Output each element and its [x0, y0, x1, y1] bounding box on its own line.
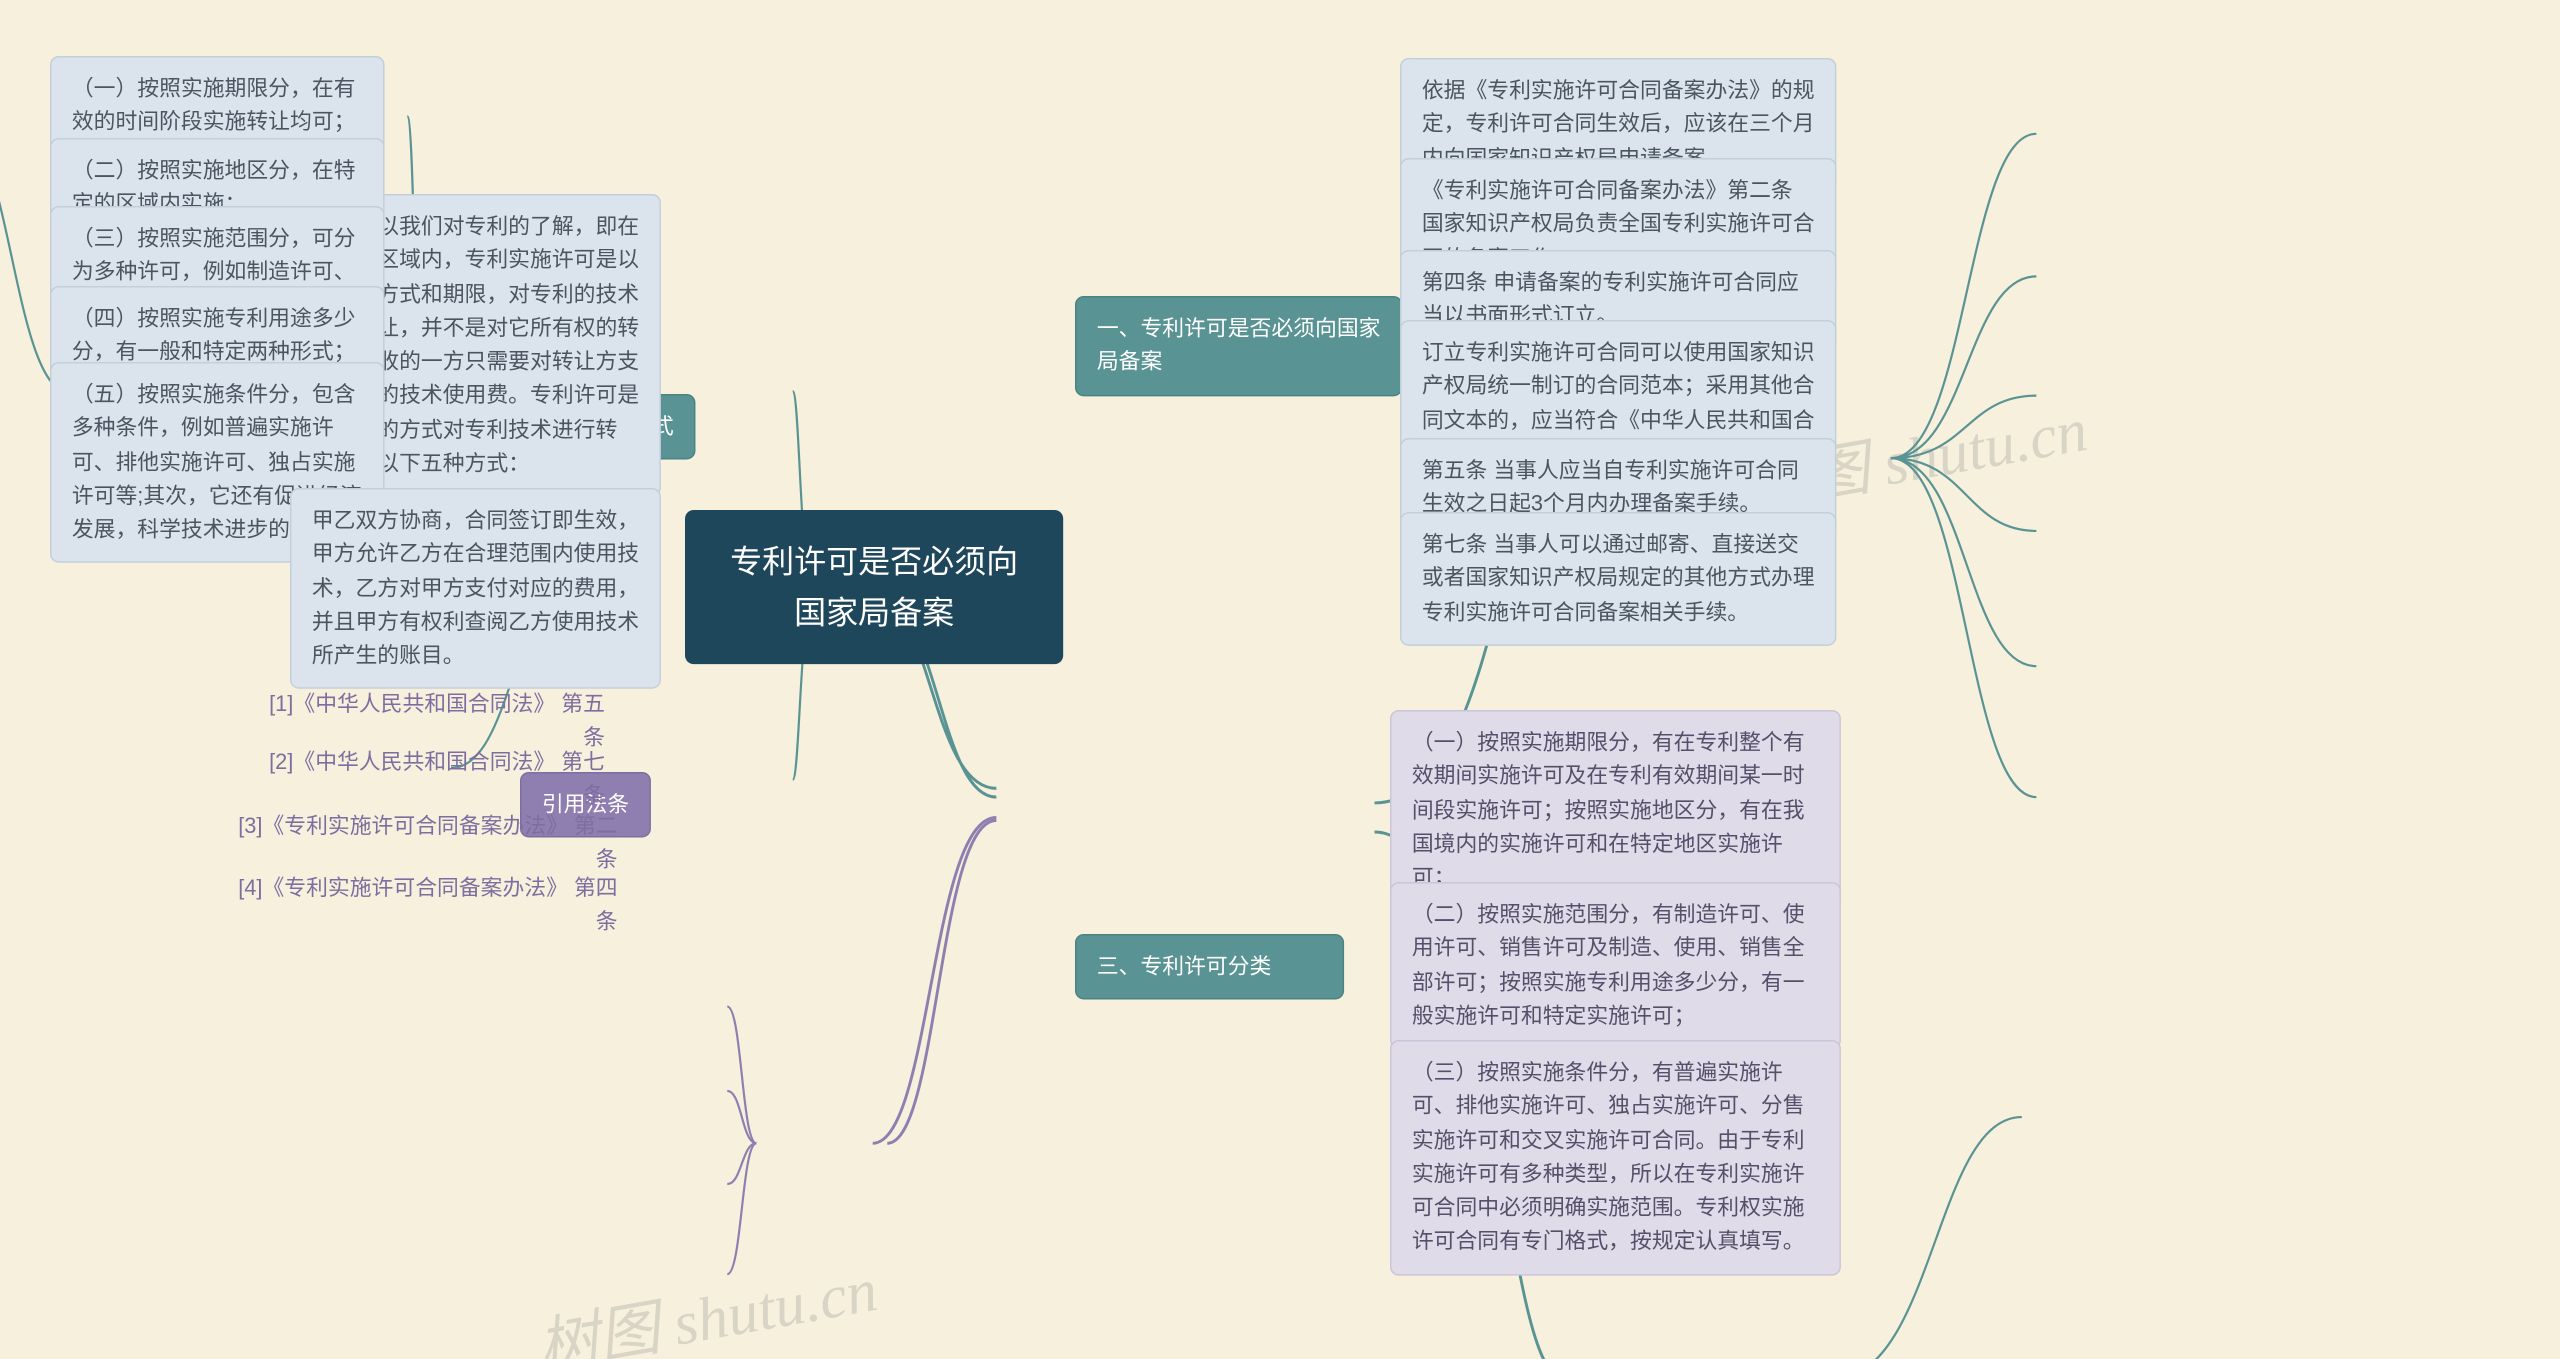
branch-1-title: 一、专利许可是否必须向国家局备案 — [1075, 296, 1402, 396]
b2-bottom: 甲乙双方协商，合同签订即生效，甲方允许乙方在合理范围内使用技术，乙方对甲方支付对… — [290, 488, 661, 689]
root-node: 专利许可是否必须向国家局备案 — [685, 510, 1063, 665]
b3-item-3: （三）按照实施条件分，有普遍实施许可、排他实施许可、独占实施许可、分售实施许可和… — [1390, 1040, 1841, 1275]
law-item-4: [4]《专利实施许可合同备案办法》 第四条 — [222, 866, 626, 945]
b3-item-2: （二）按照实施范围分，有制造许可、使用许可、销售许可及制造、使用、销售全部许可；… — [1390, 882, 1841, 1049]
watermark: 树图 shutu.cn — [530, 1240, 883, 1359]
branch-3-title: 三、专利许可分类 — [1075, 934, 1344, 1000]
b1-item-6: 第七条 当事人可以通过邮寄、直接送交或者国家知识产权局规定的其他方式办理专利实施… — [1400, 512, 1836, 645]
b3-item-1: （一）按照实施期限分，有在专利整个有效期间实施许可及在专利有效期间某一时间段实施… — [1390, 710, 1841, 911]
